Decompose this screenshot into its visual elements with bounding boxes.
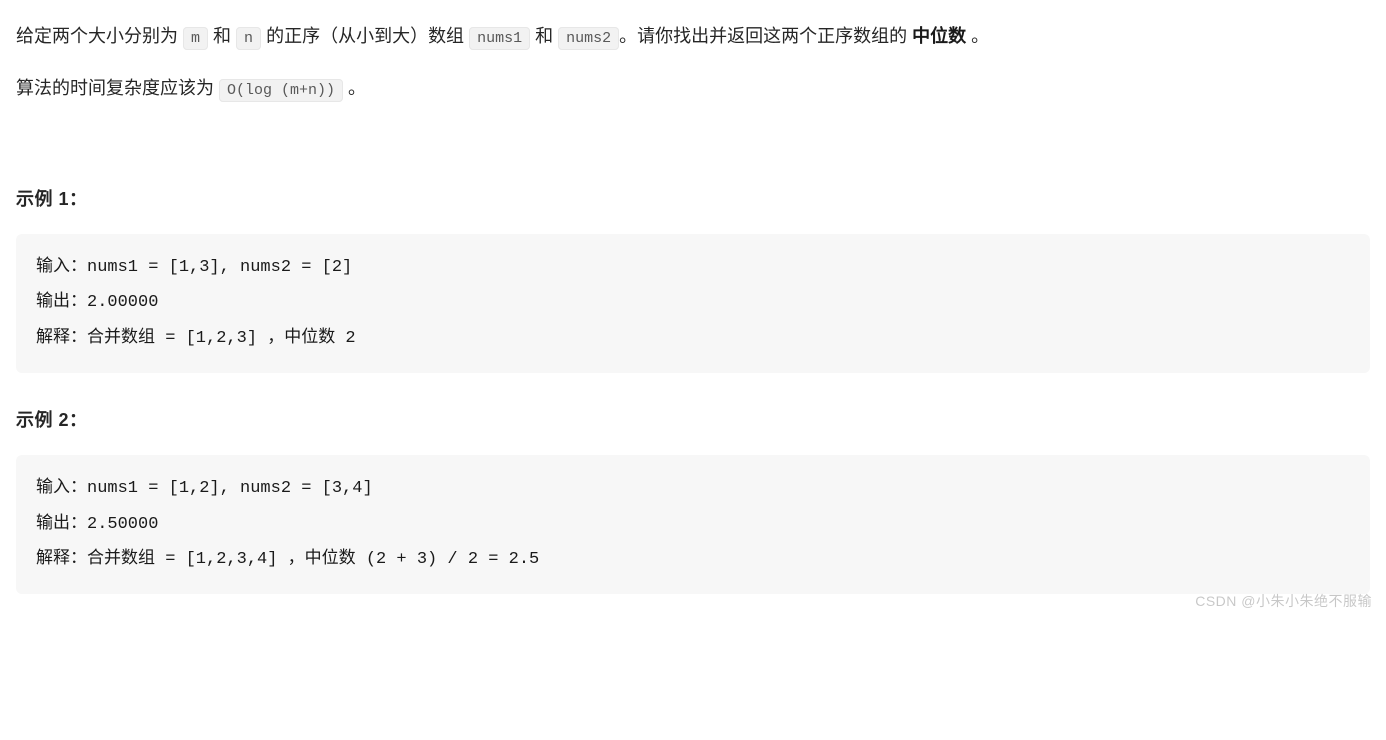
- bold-median: 中位数: [912, 26, 966, 46]
- spacer: [16, 122, 1370, 182]
- text: 和: [208, 26, 236, 46]
- text: 给定两个大小分别为: [16, 26, 183, 46]
- text: 。: [966, 26, 989, 46]
- text: 和: [530, 26, 558, 46]
- text: 。: [343, 78, 366, 98]
- code-nums2: nums2: [558, 27, 619, 50]
- problem-paragraph-1: 给定两个大小分别为 m 和 n 的正序（从小到大）数组 nums1 和 nums…: [16, 18, 1370, 56]
- text: 的正序（从小到大）数组: [261, 26, 469, 46]
- text: 。请你找出并返回这两个正序数组的: [619, 26, 912, 46]
- code-m: m: [183, 27, 208, 50]
- code-n: n: [236, 27, 261, 50]
- example-2-block: 输入：nums1 = [1,2], nums2 = [3,4] 输出：2.500…: [16, 455, 1370, 594]
- example-1-title: 示例 1：: [16, 182, 1370, 216]
- problem-paragraph-2: 算法的时间复杂度应该为 O(log (m+n)) 。: [16, 70, 1370, 108]
- code-nums1: nums1: [469, 27, 530, 50]
- example-2-title: 示例 2：: [16, 403, 1370, 437]
- example-1-block: 输入：nums1 = [1,3], nums2 = [2] 输出：2.00000…: [16, 234, 1370, 373]
- code-complexity: O(log (m+n)): [219, 79, 343, 102]
- text: 算法的时间复杂度应该为: [16, 78, 219, 98]
